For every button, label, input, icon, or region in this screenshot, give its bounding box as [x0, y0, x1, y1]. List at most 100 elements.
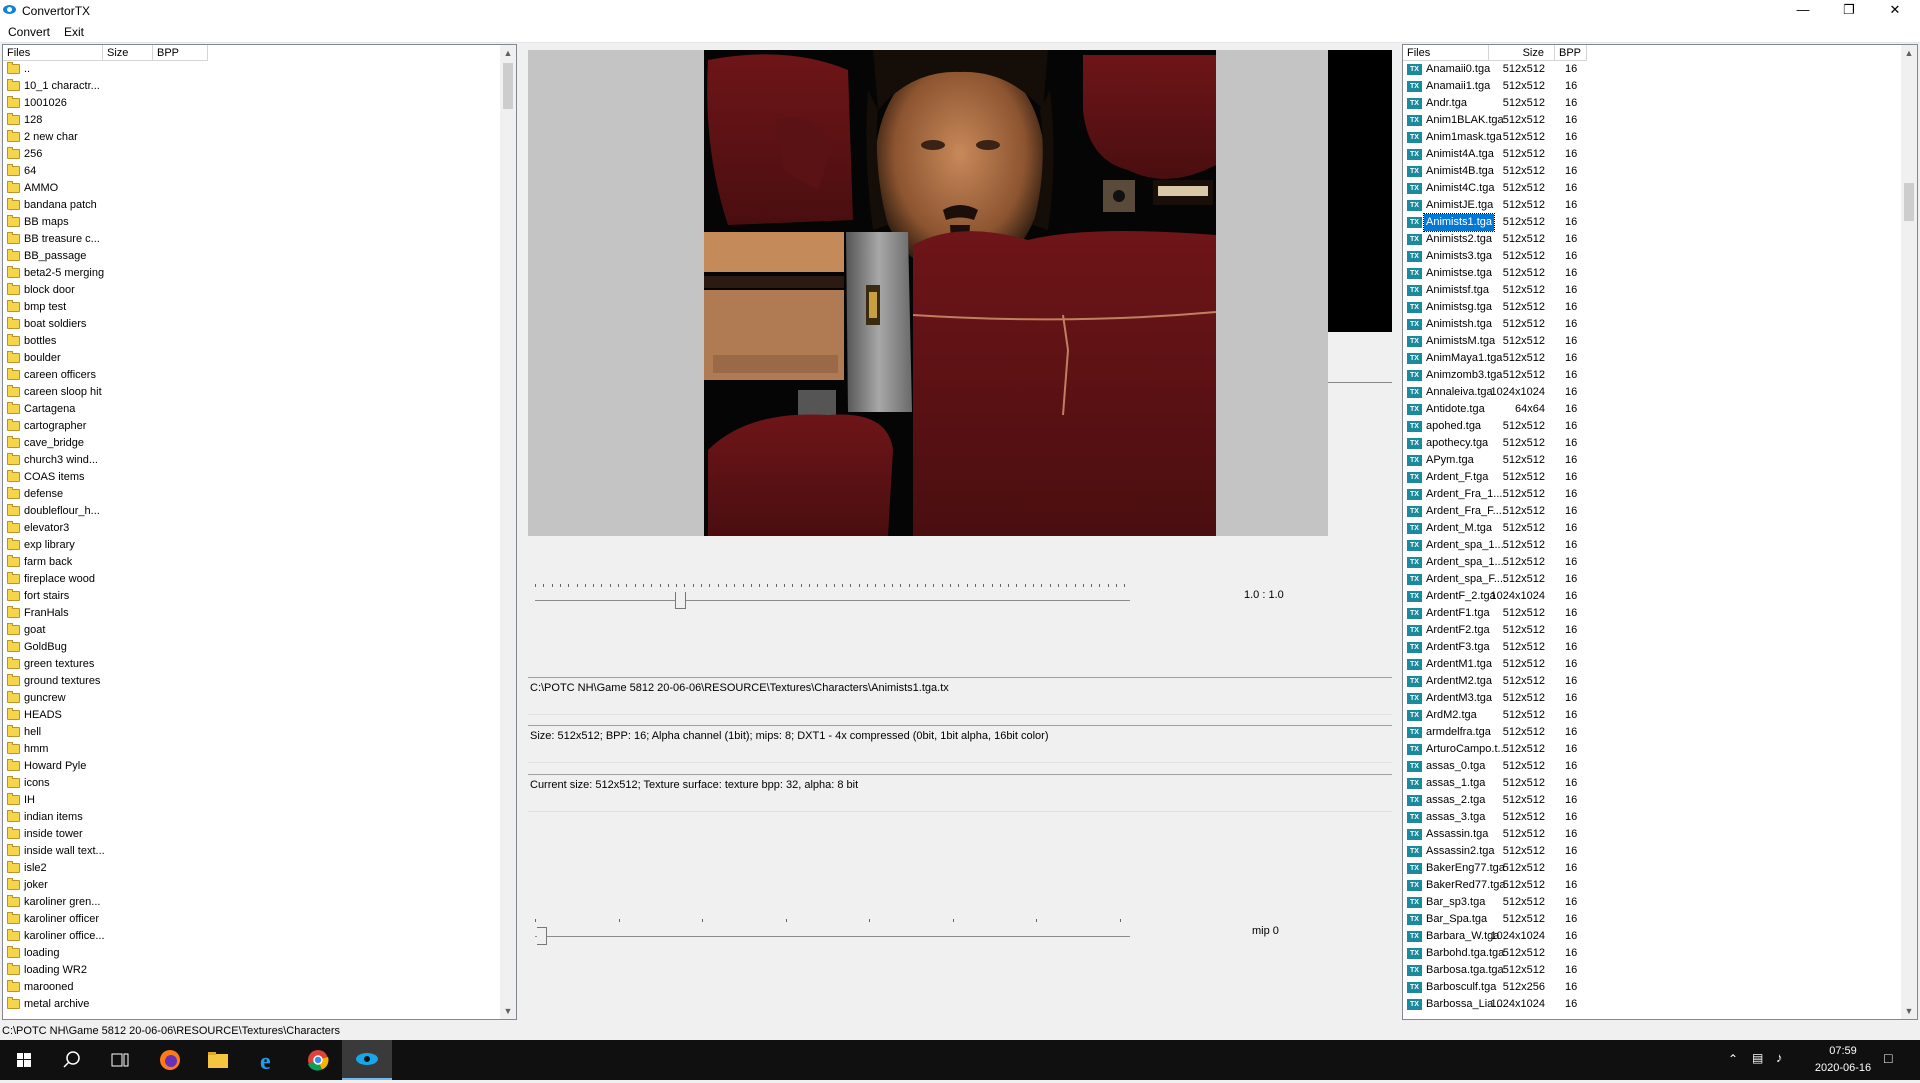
folder-row[interactable]: inside tower	[3, 826, 498, 843]
file-row[interactable]: TX armdelfra.tga 512x512 16	[1403, 724, 1899, 741]
file-row[interactable]: TX Antidote.tga 64x64 16	[1403, 401, 1899, 418]
column-header-size[interactable]: Size	[103, 45, 153, 61]
file-row[interactable]: TX Animist4B.tga 512x512 16	[1403, 163, 1899, 180]
file-row[interactable]: TX AnimistsM.tga 512x512 16	[1403, 333, 1899, 350]
folder-row[interactable]: cave_bridge	[3, 435, 498, 452]
file-row[interactable]: TX Animistsf.tga 512x512 16	[1403, 282, 1899, 299]
file-row[interactable]: TX Anim1BLAK.tga 512x512 16	[1403, 112, 1899, 129]
file-row[interactable]: TX Ardent_Fra_F.... 512x512 16	[1403, 503, 1899, 520]
file-row[interactable]: TX Bar_Spa.tga 512x512 16	[1403, 911, 1899, 928]
file-row[interactable]: TX APym.tga 512x512 16	[1403, 452, 1899, 469]
menu-convert[interactable]: Convert	[8, 25, 50, 39]
file-row[interactable]: TX Anamaii0.tga 512x512 16	[1403, 61, 1899, 78]
folder-row[interactable]: loading WR2	[3, 962, 498, 979]
scroll-up-icon[interactable]: ▲	[1901, 45, 1917, 61]
folder-row[interactable]: HEADS	[3, 707, 498, 724]
task-view-button[interactable]	[96, 1040, 144, 1080]
file-row[interactable]: TX Barbosa.tga.tga 512x512 16	[1403, 962, 1899, 979]
folder-row[interactable]: BB_passage	[3, 248, 498, 265]
file-row[interactable]: TX apothecy.tga 512x512 16	[1403, 435, 1899, 452]
folder-row[interactable]: exp library	[3, 537, 498, 554]
file-row[interactable]: TX ArdentF3.tga 512x512 16	[1403, 639, 1899, 656]
file-row[interactable]: TX assas_2.tga 512x512 16	[1403, 792, 1899, 809]
file-row[interactable]: TX BakerEng77.tga 512x512 16	[1403, 860, 1899, 877]
folder-row[interactable]: 128	[3, 112, 498, 129]
file-row[interactable]: TX Ardent_Fra_1.... 512x512 16	[1403, 486, 1899, 503]
file-row[interactable]: TX ArturoCampo.t... 512x512 16	[1403, 741, 1899, 758]
file-row[interactable]: TX Animists3.tga 512x512 16	[1403, 248, 1899, 265]
zoom-slider[interactable]	[535, 580, 1130, 610]
folder-row[interactable]: BB treasure c...	[3, 231, 498, 248]
scroll-thumb[interactable]	[1904, 183, 1914, 221]
folder-row[interactable]: church3 wind...	[3, 452, 498, 469]
folder-row[interactable]: block door	[3, 282, 498, 299]
file-row[interactable]: TX ArdentF1.tga 512x512 16	[1403, 605, 1899, 622]
folder-row[interactable]: bmp test	[3, 299, 498, 316]
file-row[interactable]: TX Ardent_spa_1.... 512x512 16	[1403, 554, 1899, 571]
firefox-taskbar-button[interactable]	[146, 1040, 194, 1080]
file-row[interactable]: TX Animist4A.tga 512x512 16	[1403, 146, 1899, 163]
file-row[interactable]: TX Animistsh.tga 512x512 16	[1403, 316, 1899, 333]
folder-row[interactable]: ground textures	[3, 673, 498, 690]
column-header-size[interactable]: Size	[1489, 45, 1555, 61]
start-button[interactable]	[0, 1040, 48, 1080]
minimize-button[interactable]: —	[1780, 0, 1826, 22]
folder-row[interactable]: hell	[3, 724, 498, 741]
folder-row[interactable]: karoliner office...	[3, 928, 498, 945]
file-row[interactable]: TX Animzomb3.tga 512x512 16	[1403, 367, 1899, 384]
file-row[interactable]: TX Animistsg.tga 512x512 16	[1403, 299, 1899, 316]
folder-row[interactable]: 10_1 charactr...	[3, 78, 498, 95]
folder-row[interactable]: boat soldiers	[3, 316, 498, 333]
file-row[interactable]: TX Assassin2.tga 512x512 16	[1403, 843, 1899, 860]
folder-row[interactable]: joker	[3, 877, 498, 894]
folder-row[interactable]: COAS items	[3, 469, 498, 486]
file-row[interactable]: TX Animists2.tga 512x512 16	[1403, 231, 1899, 248]
scroll-thumb[interactable]	[503, 63, 513, 109]
network-icon[interactable]: ▤	[1752, 1051, 1763, 1065]
file-row[interactable]: TX Andr.tga 512x512 16	[1403, 95, 1899, 112]
folder-list[interactable]: Files Size BPP .. 10_1 charactr... 1001026…	[2, 44, 517, 1020]
folder-row[interactable]: 2 new char	[3, 129, 498, 146]
zoom-slider-thumb[interactable]	[675, 592, 686, 609]
file-row[interactable]: TX apohed.tga 512x512 16	[1403, 418, 1899, 435]
search-button[interactable]	[48, 1040, 96, 1080]
file-row[interactable]: TX ArdentF_2.tga 1024x1024 16	[1403, 588, 1899, 605]
convertortx-taskbar-button[interactable]	[342, 1040, 392, 1080]
right-scrollbar[interactable]: ▲ ▼	[1901, 45, 1917, 1019]
file-row[interactable]: TX assas_3.tga 512x512 16	[1403, 809, 1899, 826]
file-row[interactable]: TX Barbosculf.tga 512x256 16	[1403, 979, 1899, 996]
clock-time[interactable]: 07:59	[1808, 1045, 1878, 1057]
file-row[interactable]: TX ArdM2.tga 512x512 16	[1403, 707, 1899, 724]
file-list[interactable]: Files Size BPP TX Anamaii0.tga 512x512 16 TX…	[1402, 44, 1918, 1020]
folder-row[interactable]: GoldBug	[3, 639, 498, 656]
column-header-bpp[interactable]: BPP	[153, 45, 208, 61]
folder-row[interactable]: isle2	[3, 860, 498, 877]
folder-row[interactable]: beta2-5 merging	[3, 265, 498, 282]
folder-row[interactable]: bottles	[3, 333, 498, 350]
mip-slider[interactable]	[535, 915, 1130, 945]
file-row[interactable]: TX BakerRed77.tga 512x512 16	[1403, 877, 1899, 894]
file-row[interactable]: TX Ardent_spa_1.... 512x512 16	[1403, 537, 1899, 554]
folder-row[interactable]: doubleflour_h...	[3, 503, 498, 520]
column-header-files[interactable]: Files	[1403, 45, 1489, 61]
folder-row[interactable]: BB maps	[3, 214, 498, 231]
folder-row[interactable]: fireplace wood	[3, 571, 498, 588]
file-explorer-taskbar-button[interactable]	[194, 1040, 242, 1080]
folder-row[interactable]: careen sloop hit	[3, 384, 498, 401]
chrome-taskbar-button[interactable]	[294, 1040, 342, 1080]
folder-row[interactable]: karoliner gren...	[3, 894, 498, 911]
folder-row[interactable]: careen officers	[3, 367, 498, 384]
file-row[interactable]: TX Ardent_F.tga 512x512 16	[1403, 469, 1899, 486]
folder-row[interactable]: elevator3	[3, 520, 498, 537]
file-row[interactable]: TX ArdentM1.tga 512x512 16	[1403, 656, 1899, 673]
folder-row[interactable]: hmm	[3, 741, 498, 758]
scroll-down-icon[interactable]: ▼	[500, 1003, 516, 1019]
internet-explorer-taskbar-button[interactable]: e	[244, 1040, 292, 1080]
file-row[interactable]: TX Ardent_spa_F.... 512x512 16	[1403, 571, 1899, 588]
file-row[interactable]: TX Animists1.tga 512x512 16	[1403, 213, 1899, 232]
folder-row[interactable]: karoliner officer	[3, 911, 498, 928]
folder-row[interactable]: green textures	[3, 656, 498, 673]
file-row[interactable]: TX Anamaii1.tga 512x512 16	[1403, 78, 1899, 95]
folder-row[interactable]: icons	[3, 775, 498, 792]
show-hidden-icons-icon[interactable]: ⌃	[1728, 1052, 1738, 1066]
